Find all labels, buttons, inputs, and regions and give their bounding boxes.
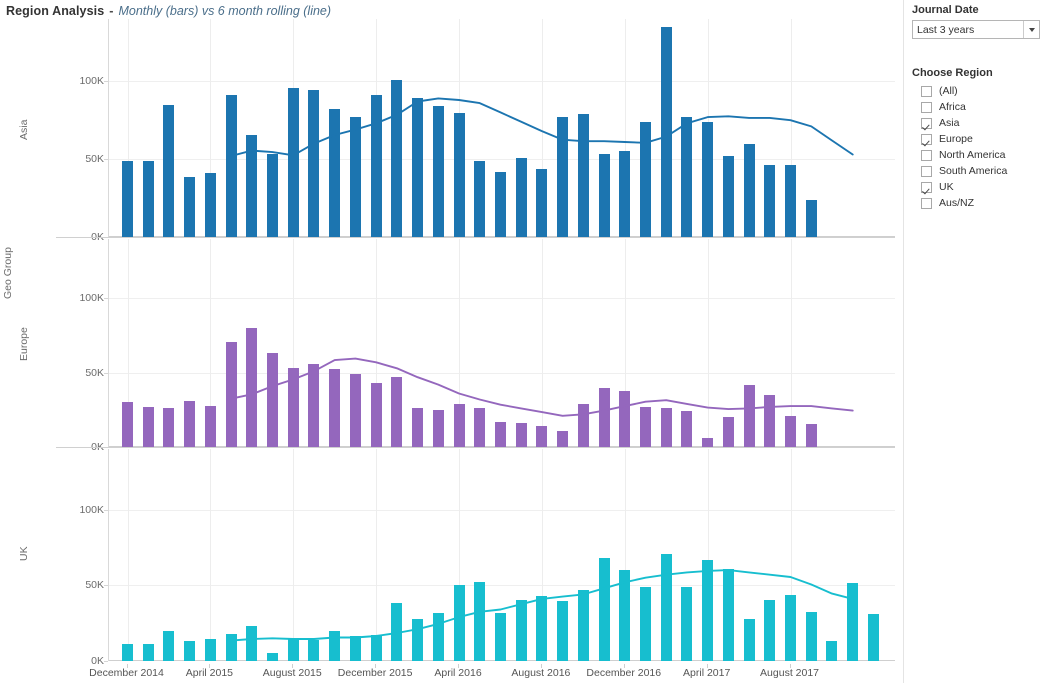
panel-separator: [56, 447, 895, 448]
checkbox-checked-icon[interactable]: [921, 117, 932, 129]
plot-area-asia: [108, 19, 895, 237]
x-tick-label: April 2016: [434, 667, 482, 679]
y-tick-label: 50K: [85, 579, 104, 592]
title-subtitle-text: Monthly (bars) vs 6 month rolling (line): [118, 4, 332, 18]
checkbox-unchecked-icon[interactable]: [921, 197, 932, 209]
region-filter-item-south-america[interactable]: South America: [921, 163, 1039, 179]
region-filter-label: South America: [939, 165, 1008, 177]
region-filter-item-uk[interactable]: UK: [921, 179, 1039, 195]
checkbox-unchecked-icon[interactable]: [921, 149, 932, 161]
rolling-average-line-uk: [230, 569, 854, 642]
dashboard-root: Region Analysis - Monthly (bars) vs 6 mo…: [0, 0, 1045, 683]
region-filter-label: Asia: [939, 117, 960, 129]
panel-label-asia: Asia: [18, 119, 30, 140]
region-filter-item-asia[interactable]: Asia: [921, 115, 1039, 131]
panel-label-europe: Europe: [18, 327, 30, 361]
checkbox-unchecked-icon[interactable]: [921, 101, 932, 113]
panel-separator: [56, 237, 895, 238]
x-axis: December 2014 April 2015 August 2015 Decemb…: [89, 664, 895, 683]
plot-area-europe: [108, 239, 895, 447]
checkbox-checked-icon[interactable]: [921, 133, 932, 145]
region-filter-item-all[interactable]: (All): [921, 83, 1039, 99]
region-filter-label: Aus/NZ: [939, 197, 975, 209]
y-tick-label: 100K: [79, 292, 104, 305]
y-axis-europe: 100K 50K 0K: [56, 239, 104, 453]
region-filter-item-north-america[interactable]: North America: [921, 147, 1039, 163]
x-tick-label: April 2015: [185, 667, 234, 679]
region-filter-label: Africa: [939, 101, 966, 113]
checkbox-unchecked-icon[interactable]: [921, 165, 932, 177]
y-axis-asia: 100K 50K 0K: [56, 19, 104, 243]
journal-date-value: Last 3 years: [917, 23, 975, 36]
rolling-average-line-europe: [230, 357, 854, 417]
choose-region-label: Choose Region: [912, 67, 993, 79]
region-checkbox-list: (All) Africa Asia Europe North America South …: [912, 83, 1039, 211]
panel-asia: Asia 100K 50K 0K: [0, 19, 895, 243]
region-filter-label: UK: [939, 181, 954, 193]
region-filter-label: North America: [939, 149, 1006, 161]
page-title: Region Analysis - Monthly (bars) vs 6 mo…: [6, 1, 331, 21]
journal-date-dropdown[interactable]: Last 3 years: [912, 20, 1040, 39]
title-separator: -: [109, 4, 114, 18]
y-tick-label: 100K: [79, 75, 104, 88]
journal-date-label: Journal Date: [912, 4, 979, 16]
panel-uk: UK 100K 50K 0K: [0, 449, 895, 667]
region-filter-item-europe[interactable]: Europe: [921, 131, 1039, 147]
checkbox-unchecked-icon[interactable]: [921, 85, 932, 97]
region-filter-item-aus-nz[interactable]: Aus/NZ: [921, 195, 1039, 211]
x-tick-label: December 2016: [586, 667, 662, 679]
chevron-down-icon[interactable]: [1023, 21, 1039, 38]
rolling-average-line-asia: [230, 97, 854, 157]
y-tick-label: 50K: [85, 366, 104, 379]
plot-area-uk: [108, 449, 895, 661]
y-tick-label: 0K: [91, 655, 104, 667]
x-tick-label: December 2015: [337, 667, 413, 679]
chart-canvas: Geo Group Asia 100K 50K 0K Europe 100K 50K 0K UK…: [0, 19, 895, 683]
region-filter-item-africa[interactable]: Africa: [921, 99, 1039, 115]
x-tick-label: August 2015: [262, 667, 322, 679]
x-tick-label: December 2014: [89, 667, 164, 679]
region-filter-label: Europe: [939, 133, 973, 145]
region-filter-label: (All): [939, 85, 958, 97]
y-tick-mark: [104, 661, 108, 662]
x-tick-label: August 2017: [760, 667, 820, 679]
x-tick-label: April 2017: [683, 667, 731, 679]
title-main-text: Region Analysis: [6, 4, 105, 18]
y-tick-label: 50K: [85, 153, 104, 166]
panel-label-uk: UK: [18, 546, 30, 561]
x-tick-label: August 2016: [511, 667, 571, 679]
y-axis-uk: 100K 50K 0K: [56, 449, 104, 667]
checkbox-checked-icon[interactable]: [921, 181, 932, 193]
filter-panel: Journal Date Last 3 years Choose Region …: [903, 0, 1045, 683]
panel-europe: Europe 100K 50K 0K: [0, 239, 895, 453]
y-tick-label: 100K: [79, 503, 104, 516]
